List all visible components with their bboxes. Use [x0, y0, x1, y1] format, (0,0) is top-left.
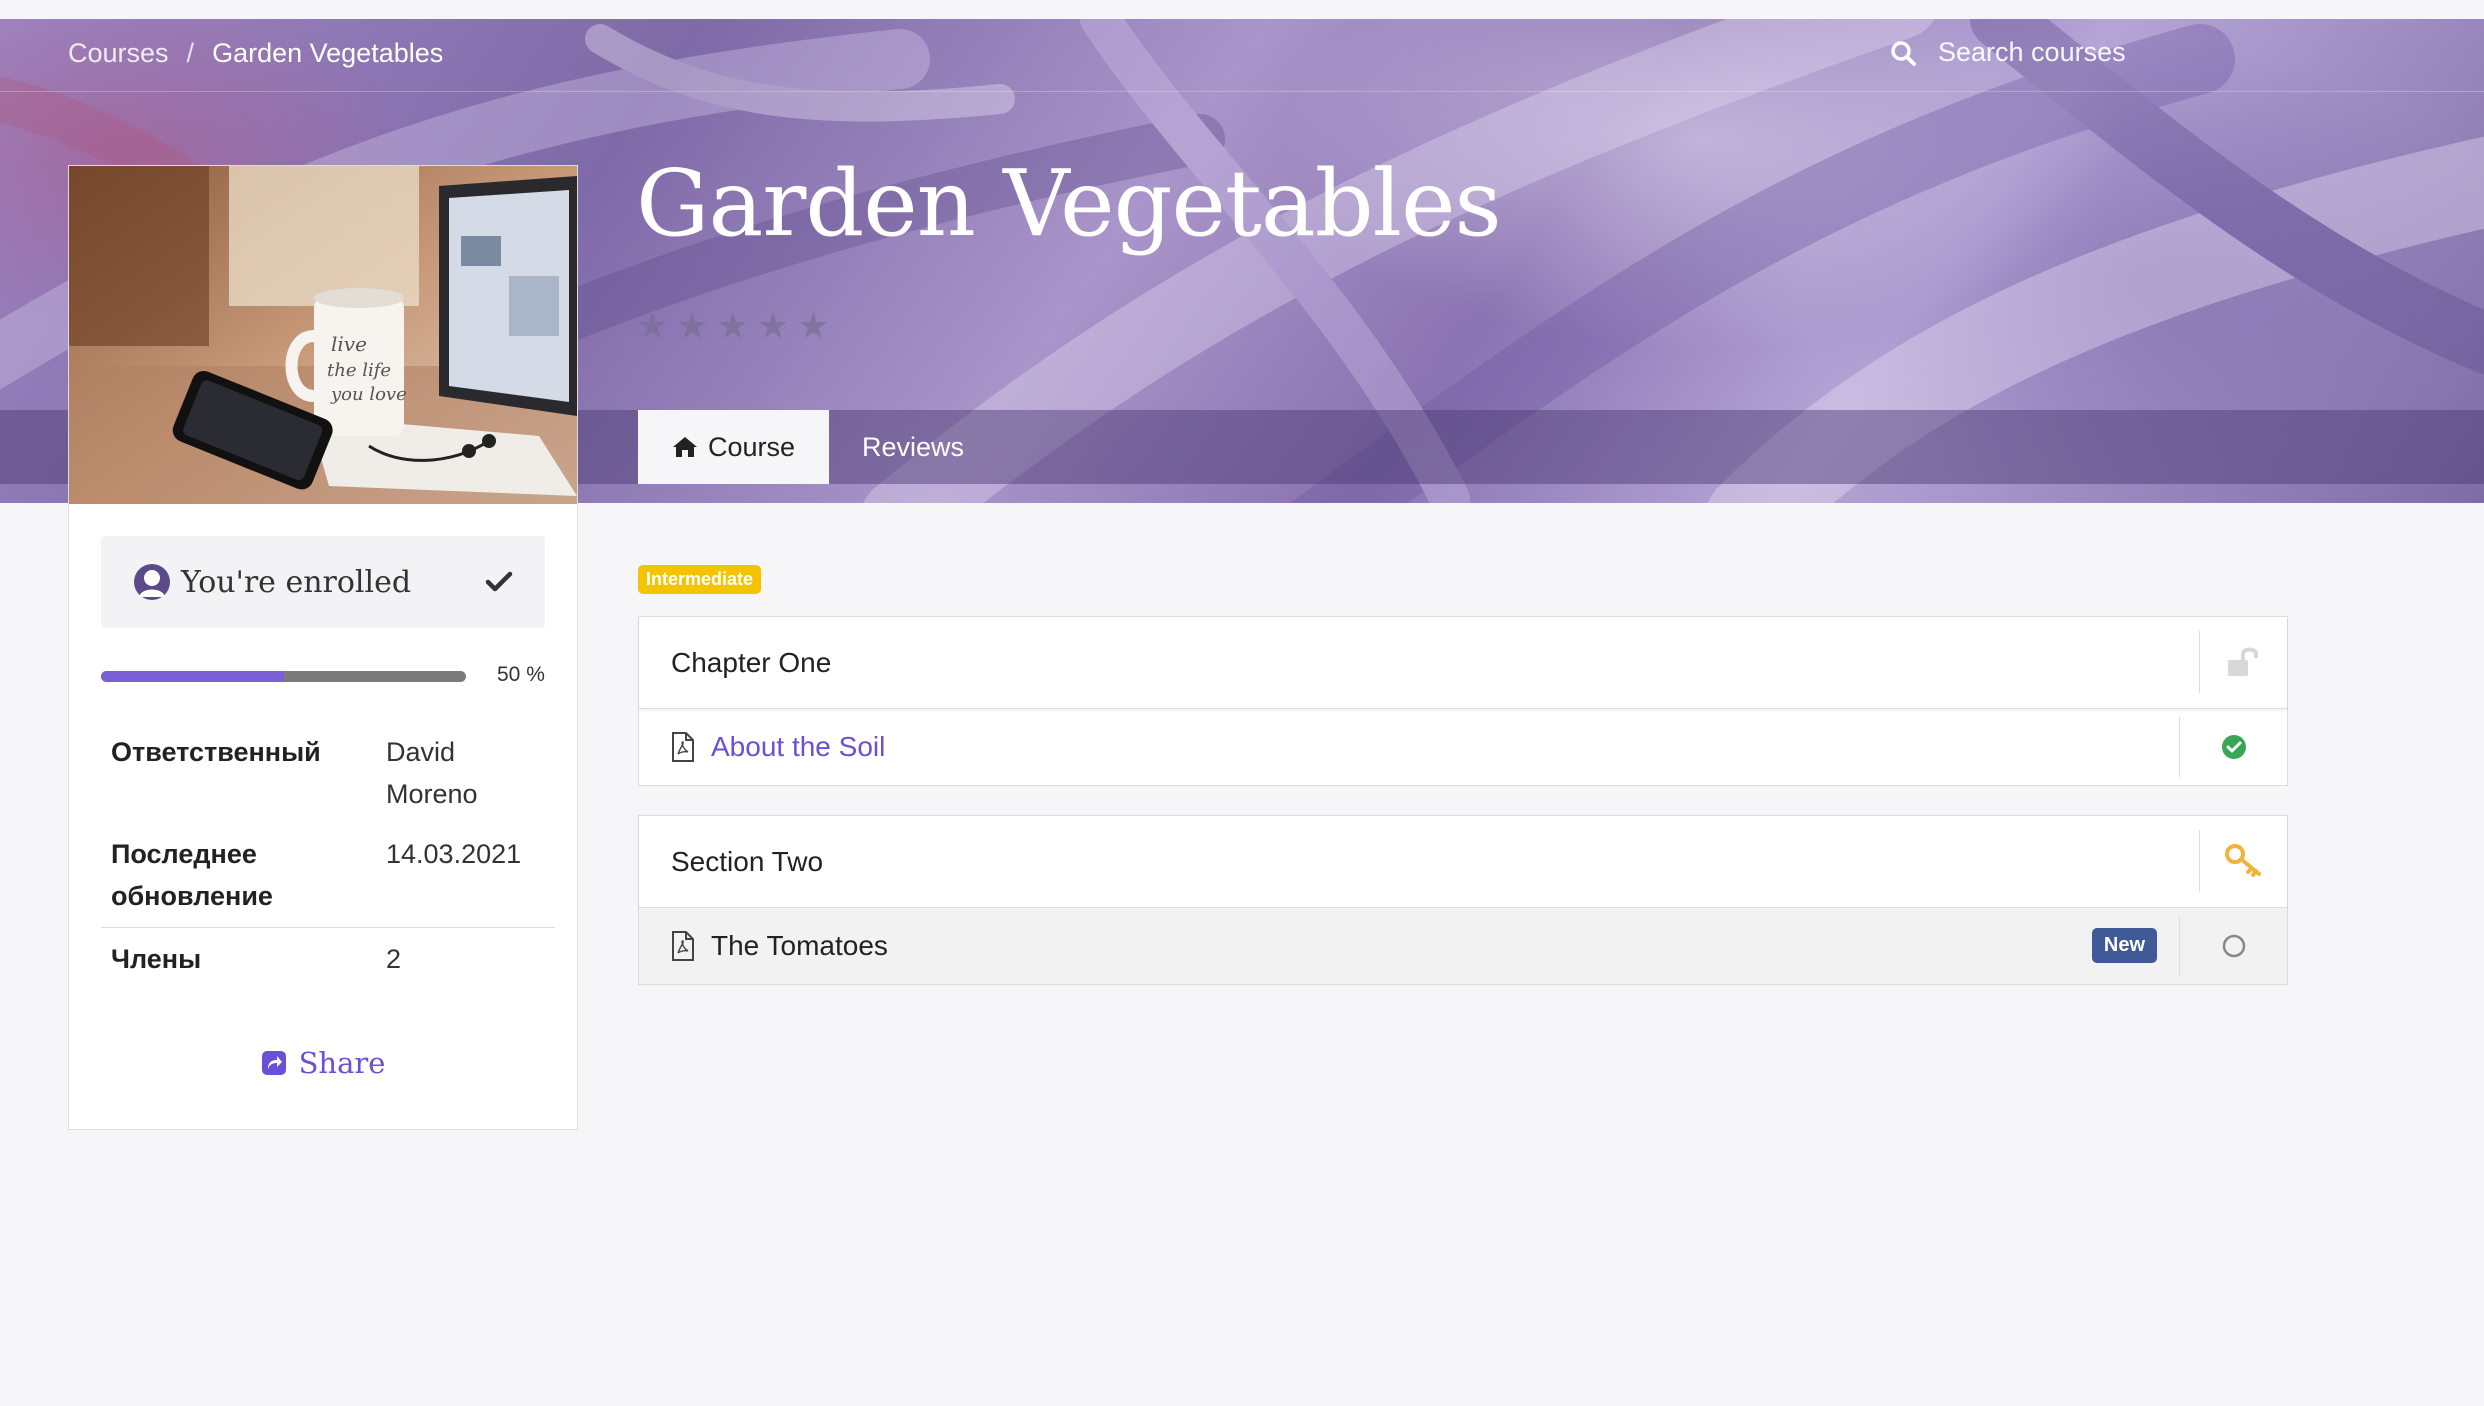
info-row-members: Члены 2 — [111, 938, 545, 980]
check-icon — [485, 571, 513, 592]
search-icon[interactable] — [1890, 40, 1916, 66]
tab-reviews-label: Reviews — [862, 431, 965, 462]
pdf-file-icon — [672, 732, 694, 762]
info-key: Члены — [111, 944, 202, 974]
rating-stars[interactable]: ★ ★ ★ ★ ★ — [636, 308, 829, 344]
completed-check-icon — [2221, 735, 2246, 759]
info-value: 14.03.2021 — [386, 839, 522, 869]
progress-label: 50 % — [497, 663, 545, 686]
lesson-item[interactable]: The Tomatoes New — [639, 908, 2287, 984]
svg-text:live: live — [331, 332, 367, 356]
svg-text:you love: you love — [330, 384, 407, 405]
section-lock-cell — [2199, 631, 2287, 693]
breadcrumb: Courses / Garden Vegetables — [68, 38, 443, 69]
key-icon — [2224, 844, 2261, 877]
info-divider — [101, 927, 555, 928]
section-title: Chapter One — [671, 646, 832, 678]
svg-text:the life: the life — [327, 360, 391, 381]
share-label: Share — [298, 1046, 386, 1080]
pdf-file-icon — [672, 931, 694, 961]
info-row-responsible: Ответственный David Moreno — [111, 731, 545, 815]
lesson-status-cell — [2179, 717, 2287, 777]
section-header[interactable]: Chapter One — [639, 617, 2287, 709]
section-title: Section Two — [671, 845, 824, 877]
lesson-item[interactable]: About the Soil — [639, 709, 2287, 785]
course-image: live the life you love — [69, 166, 577, 504]
lesson-status-cell — [2179, 916, 2287, 976]
star-icon[interactable]: ★ — [797, 308, 829, 344]
tab-course-label: Course — [708, 431, 796, 462]
level-badge: Intermediate — [638, 565, 762, 594]
course-title: Garden Vegetables — [636, 150, 1502, 257]
info-key: Ответственный — [111, 737, 321, 767]
lesson-title[interactable]: The Tomatoes — [711, 930, 2287, 962]
course-info-table: Ответственный David Moreno Последнее обн… — [101, 731, 555, 980]
search-box — [1890, 37, 2268, 68]
course-thumbnail: live the life you love — [69, 166, 577, 504]
info-row-last-update: Последнее обновление 14.03.2021 — [111, 833, 545, 917]
breadcrumb-courses-link[interactable]: Courses — [68, 38, 169, 69]
breadcrumb-separator: / — [186, 38, 195, 68]
tab-course[interactable]: Course — [638, 410, 830, 484]
star-icon[interactable]: ★ — [676, 308, 708, 344]
course-sidebar-card: live the life you love You're enrolled 5… — [68, 165, 578, 1130]
share-icon — [261, 1051, 286, 1075]
star-icon[interactable]: ★ — [717, 308, 749, 344]
enrolled-label: You're enrolled — [181, 564, 412, 600]
not-started-circle-icon — [2222, 934, 2245, 958]
home-icon — [673, 437, 697, 457]
info-value: David Moreno — [386, 737, 478, 809]
progress-bar-fill — [101, 671, 284, 682]
star-icon[interactable]: ★ — [636, 308, 668, 344]
new-badge: New — [2091, 928, 2157, 963]
section-two: Section Two The Tomatoes New — [638, 815, 2288, 985]
unlock-icon — [2227, 647, 2258, 676]
tab-reviews[interactable]: Reviews — [828, 410, 998, 484]
info-key: Последнее обновление — [111, 839, 273, 911]
star-icon[interactable]: ★ — [757, 308, 789, 344]
share-button[interactable]: Share — [69, 1046, 577, 1080]
info-value: 2 — [386, 944, 402, 974]
lesson-title-link[interactable]: About the Soil — [711, 731, 2287, 763]
top-bar: Courses / Garden Vegetables — [0, 19, 2484, 92]
section-key-cell — [2199, 830, 2287, 892]
section-header[interactable]: Section Two — [639, 816, 2287, 908]
search-input[interactable] — [1938, 37, 2268, 68]
enrolled-status: You're enrolled — [101, 536, 545, 628]
user-avatar-icon — [134, 564, 170, 600]
breadcrumb-current: Garden Vegetables — [212, 38, 444, 68]
section-chapter-one: Chapter One About the Soil — [638, 616, 2288, 786]
progress-bar — [101, 671, 466, 682]
